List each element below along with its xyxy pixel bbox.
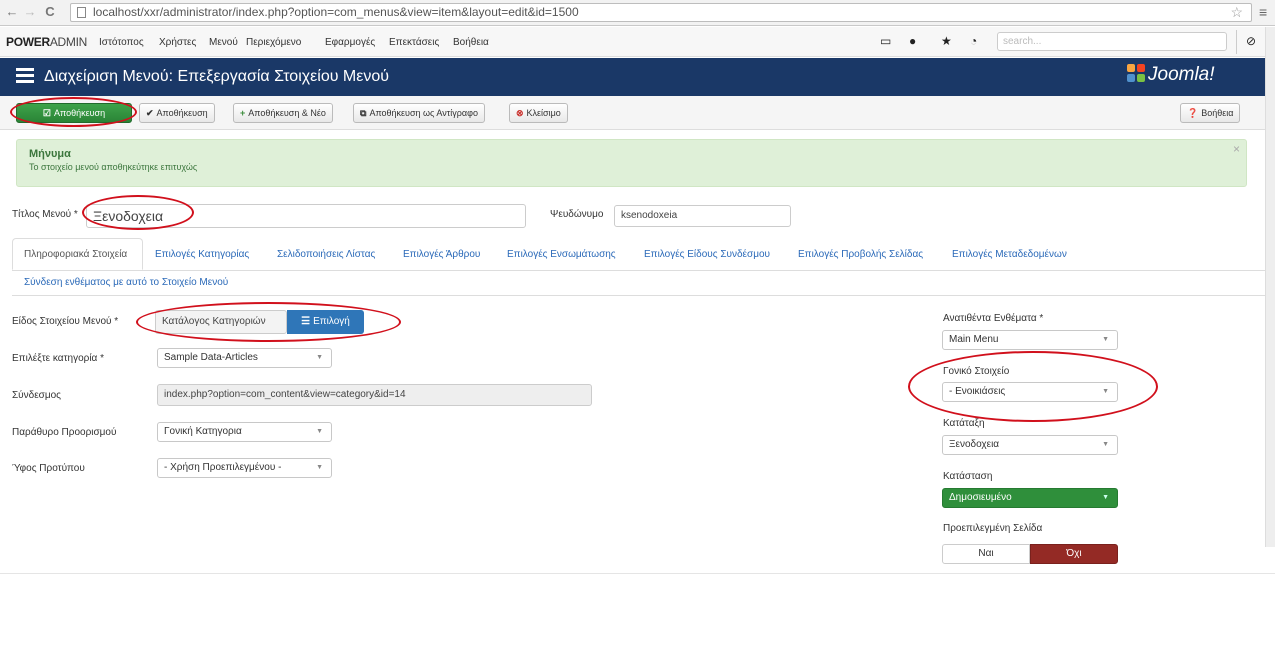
template-style-label: Ύφος Προτύπου [12,463,85,474]
close-icon: ⊗ [516,108,524,118]
nav-content[interactable]: Περιεχόμενο [246,37,301,48]
target-window-select[interactable]: Γονική Κατηγορια ▼ [157,422,332,442]
plus-icon: + [240,108,246,118]
monitor-icon[interactable]: ▭ [880,34,891,48]
tabs-bottom-divider [12,295,1275,296]
tabs-divider [12,270,1275,271]
chevron-down-icon: ▼ [316,464,323,471]
page-header: Διαχείριση Μενού: Επεξεργασία Στοιχείου … [0,58,1275,96]
scrollbar[interactable] [1265,27,1275,547]
save-copy-button[interactable]: ⧉ Αποθήκευση ως Αντίγραφο [353,103,485,123]
copy-icon: ⧉ [360,108,367,118]
success-alert: Μήνυμα Το στοιχείο μενού αποθηκεύτηκε επ… [16,139,1247,187]
check-icon: ✔ [146,108,154,118]
chevron-down-icon: ▼ [316,354,323,361]
close-icon[interactable]: × [1233,142,1240,156]
default-page-label: Προεπιλεγμένη Σελίδα [943,523,1043,534]
nav-extensions[interactable]: Επεκτάσεις [389,37,439,48]
link-field[interactable]: index.php?option=com_content&view=catego… [157,384,592,406]
tab-category-options[interactable]: Επιλογές Κατηγορίας [155,249,249,260]
page-icon [77,7,86,18]
joomla-logo: Joomla! [1127,64,1215,86]
url-text: localhost/xxr/administrator/index.php?op… [93,5,579,19]
annotation-ellipse-title [82,195,194,230]
back-icon[interactable]: ← [4,4,20,20]
save-close-button[interactable]: ✔ Αποθήκευση [139,103,215,123]
chevron-down-icon: ▼ [1102,441,1109,448]
admin-navbar: POWERADMIN Ιστότοπος Χρήστες Μενού Περιε… [0,27,1275,57]
menu-list-icon [16,68,34,84]
nav-site[interactable]: Ιστότοπος [99,37,144,48]
tab-page-display[interactable]: Επιλογές Προβολής Σελίδας [798,249,923,260]
target-window-label: Παράθυρο Προορισμού [12,427,117,438]
chevron-down-icon: ▼ [1102,336,1109,343]
page-title: Διαχείριση Μενού: Επεξεργασία Στοιχείου … [44,68,390,85]
bookmark-star-icon[interactable]: ☆ [1230,4,1243,21]
chevron-down-icon: ▼ [1102,494,1109,501]
tab-module-assignment[interactable]: Σύνδεση ενθέματος με αυτό το Στοιχείο Με… [24,277,228,288]
tab-link-type-options[interactable]: Επιλογές Είδους Συνδέσμου [644,249,770,260]
clock-icon[interactable]: ◔ [970,34,977,48]
menu-select[interactable]: Main Menu ▼ [942,330,1118,350]
close-button[interactable]: ⊗ Κλείσιμο [509,103,568,123]
category-label: Επιλέξτε κατηγορία * [12,353,105,364]
tab-list-layouts[interactable]: Σελιδοποιήσεις Λίστας [277,249,375,260]
category-select[interactable]: Sample Data-Articles ▼ [157,348,332,368]
browser-menu-icon[interactable]: ≡ [1259,4,1267,20]
alias-label: Ψευδώνυμο [550,209,604,220]
reload-icon[interactable]: C [42,4,58,20]
divider [1236,30,1237,54]
save-new-button[interactable]: + Αποθήκευση & Νέο [233,103,333,123]
alias-input[interactable]: ksenodoxeia [614,205,791,227]
alert-title: Μήνυμα [29,148,71,160]
default-yes-button[interactable]: Ναι [942,544,1030,564]
tab-metadata[interactable]: Επιλογές Μεταδεδομένων [952,249,1067,260]
title-label: Τίτλος Μενού * [12,209,78,220]
nav-menus[interactable]: Μενού [209,37,238,48]
joomla-check-icon[interactable]: ⊘ [1246,34,1256,48]
joomla-logo-icon [1127,64,1145,82]
help-button[interactable]: ❓ Βοήθεια [1180,103,1241,123]
status-select[interactable]: Δημοσιευμένο ▼ [942,488,1118,508]
content-bottom-edge [0,573,1275,574]
chevron-down-icon: ▼ [316,428,323,435]
tab-integration-options[interactable]: Επιλογές Ενσωμάτωσης [507,249,616,260]
brand-logo[interactable]: POWERADMIN [6,35,87,49]
ordering-label: Κατάταξη [943,418,985,429]
user-icon[interactable]: ● [909,34,916,48]
default-no-button[interactable]: Όχι [1030,544,1118,564]
link-label: Σύνδεσμος [12,390,61,401]
address-bar[interactable]: localhost/xxr/administrator/index.php?op… [70,3,1252,22]
template-style-select[interactable]: - Χρήση Προεπιλεγμένου - ▼ [157,458,332,478]
nav-components[interactable]: Εφαρμογές [325,37,375,48]
annotation-ellipse-parent [908,351,1158,422]
ordering-select[interactable]: Ξενοδοχεια ▼ [942,435,1118,455]
toolbar: ☑ Αποθήκευση ✔ Αποθήκευση + Αποθήκευση & Νέ… [0,96,1275,130]
star-icon[interactable]: ★ [941,34,952,48]
annotation-ellipse-type [136,302,401,342]
help-icon: ❓ [1187,108,1199,118]
nav-help[interactable]: Βοήθεια [453,37,489,48]
browser-chrome: ← → C localhost/xxr/administrator/index.… [0,0,1275,26]
forward-icon[interactable]: → [22,4,38,20]
alert-text: Το στοιχείο μενού αποθηκεύτηκε επιτυχώς [29,162,198,172]
search-input[interactable]: search... [997,32,1227,51]
menu-item-type-label: Είδος Στοιχείου Μενού * [12,316,119,327]
nav-users[interactable]: Χρήστες [159,37,196,48]
status-label: Κατάσταση [943,471,993,482]
annotation-ellipse-save [10,97,137,127]
tab-details-label[interactable]: Πληροφοριακά Στοιχεία [24,249,127,260]
menu-label: Ανατιθέντα Ενθέματα * [943,313,1044,324]
tab-article-options[interactable]: Επιλογές Άρθρου [403,249,480,260]
